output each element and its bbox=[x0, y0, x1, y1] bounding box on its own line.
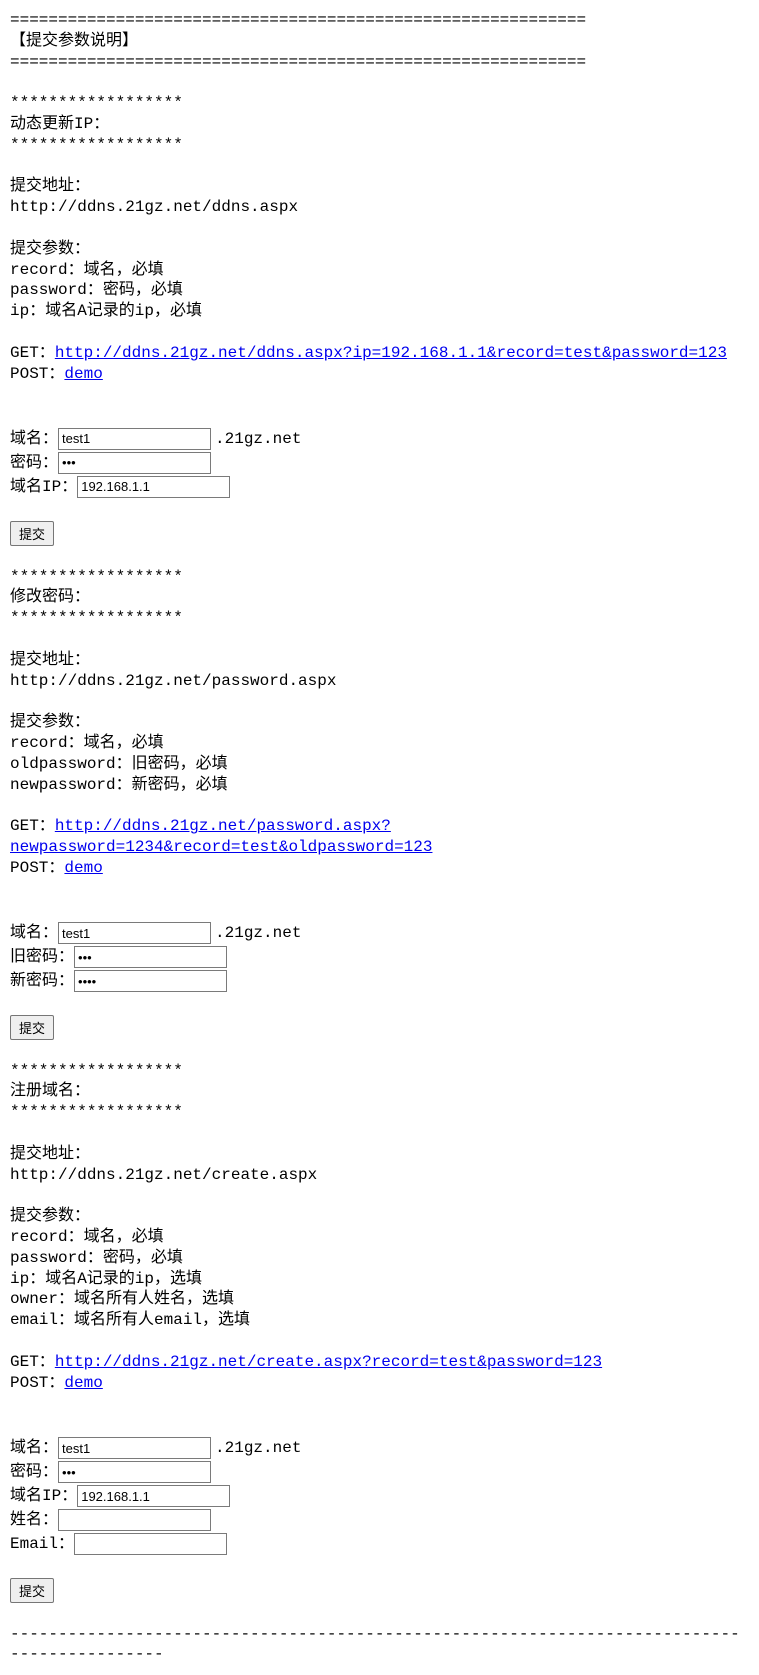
submit-params-label: 提交参数： bbox=[10, 239, 749, 260]
s2-oldpw-label: 旧密码： bbox=[10, 947, 74, 968]
s1-password-input[interactable] bbox=[58, 452, 211, 474]
section3-post-link[interactable]: demo bbox=[64, 1374, 102, 1392]
section1-get-link[interactable]: http://ddns.21gz.net/ddns.aspx?ip=192.16… bbox=[55, 344, 727, 362]
section3-url: http://ddns.21gz.net/create.aspx bbox=[10, 1165, 749, 1186]
s3-password-input[interactable] bbox=[58, 1461, 211, 1483]
s1-submit-button[interactable]: 提交 bbox=[10, 521, 54, 546]
s1-ip-label: 域名IP： bbox=[10, 477, 77, 498]
domain-suffix: .21gz.net bbox=[215, 429, 301, 450]
section1-get-line: GET：http://ddns.21gz.net/ddns.aspx?ip=19… bbox=[10, 343, 749, 364]
s2-newpw-input[interactable] bbox=[74, 970, 227, 992]
s2-newpw-label: 新密码： bbox=[10, 971, 74, 992]
s3-email-label: Email： bbox=[10, 1534, 74, 1555]
section2-get-link[interactable]: http://ddns.21gz.net/password.aspx?newpa… bbox=[10, 817, 432, 856]
s1-password-label: 密码： bbox=[10, 453, 58, 474]
domain-suffix: .21gz.net bbox=[215, 923, 301, 944]
submit-params-label: 提交参数： bbox=[10, 1206, 749, 1227]
section1-param-2: ip：域名A记录的ip，必填 bbox=[10, 301, 749, 322]
header-divider-bottom: ========================================… bbox=[10, 52, 749, 73]
s3-domain-input[interactable] bbox=[58, 1437, 211, 1459]
submit-url-label: 提交地址： bbox=[10, 1144, 749, 1165]
s3-domain-label: 域名： bbox=[10, 1438, 58, 1459]
section3-param-2: ip：域名A记录的ip，选填 bbox=[10, 1269, 749, 1290]
s2-domain-label: 域名： bbox=[10, 923, 58, 944]
s2-oldpw-input[interactable] bbox=[74, 946, 227, 968]
header-divider-top: ========================================… bbox=[10, 10, 749, 31]
s3-name-label: 姓名： bbox=[10, 1510, 58, 1531]
s3-email-input[interactable] bbox=[74, 1533, 227, 1555]
section2-param-2: newpassword：新密码，必填 bbox=[10, 775, 749, 796]
s3-ip-label: 域名IP： bbox=[10, 1486, 77, 1507]
footer-divider: ----------------------------------------… bbox=[10, 1624, 749, 1666]
section3-param-0: record：域名，必填 bbox=[10, 1227, 749, 1248]
s3-password-label: 密码： bbox=[10, 1462, 58, 1483]
s3-name-input[interactable] bbox=[58, 1509, 211, 1531]
s3-submit-button[interactable]: 提交 bbox=[10, 1578, 54, 1603]
stars: ****************** bbox=[10, 135, 749, 156]
section1-post-link[interactable]: demo bbox=[64, 365, 102, 383]
s3-ip-input[interactable] bbox=[77, 1485, 230, 1507]
section1-param-0: record：域名，必填 bbox=[10, 260, 749, 281]
s1-domain-label: 域名： bbox=[10, 429, 58, 450]
section3-title: 注册域名： bbox=[10, 1081, 749, 1102]
section3-param-3: owner：域名所有人姓名，选填 bbox=[10, 1289, 749, 1310]
section1-url: http://ddns.21gz.net/ddns.aspx bbox=[10, 197, 749, 218]
section2-url: http://ddns.21gz.net/password.aspx bbox=[10, 671, 749, 692]
page-title: 【提交参数说明】 bbox=[10, 31, 749, 52]
section2-title: 修改密码： bbox=[10, 587, 749, 608]
section2-param-0: record：域名，必填 bbox=[10, 733, 749, 754]
s2-submit-button[interactable]: 提交 bbox=[10, 1015, 54, 1040]
stars: ****************** bbox=[10, 1102, 749, 1123]
s1-ip-input[interactable] bbox=[77, 476, 230, 498]
section2-get-line: GET：http://ddns.21gz.net/password.aspx?n… bbox=[10, 816, 749, 858]
section3-get-link[interactable]: http://ddns.21gz.net/create.aspx?record=… bbox=[55, 1353, 602, 1371]
stars: ****************** bbox=[10, 1061, 749, 1082]
stars: ****************** bbox=[10, 608, 749, 629]
section1-post-line: POST：demo bbox=[10, 364, 749, 385]
domain-suffix: .21gz.net bbox=[215, 1438, 301, 1459]
stars: ****************** bbox=[10, 567, 749, 588]
s1-domain-input[interactable] bbox=[58, 428, 211, 450]
section2-post-link[interactable]: demo bbox=[64, 859, 102, 877]
section3-get-line: GET：http://ddns.21gz.net/create.aspx?rec… bbox=[10, 1352, 749, 1373]
section3-post-line: POST：demo bbox=[10, 1373, 749, 1394]
section3-param-4: email：域名所有人email，选填 bbox=[10, 1310, 749, 1331]
submit-url-label: 提交地址： bbox=[10, 176, 749, 197]
s2-domain-input[interactable] bbox=[58, 922, 211, 944]
section1-param-1: password：密码，必填 bbox=[10, 280, 749, 301]
section3-param-1: password：密码，必填 bbox=[10, 1248, 749, 1269]
submit-url-label: 提交地址： bbox=[10, 650, 749, 671]
section2-post-line: POST：demo bbox=[10, 858, 749, 879]
section2-param-1: oldpassword：旧密码，必填 bbox=[10, 754, 749, 775]
section1-title: 动态更新IP： bbox=[10, 114, 749, 135]
submit-params-label: 提交参数： bbox=[10, 712, 749, 733]
stars: ****************** bbox=[10, 93, 749, 114]
